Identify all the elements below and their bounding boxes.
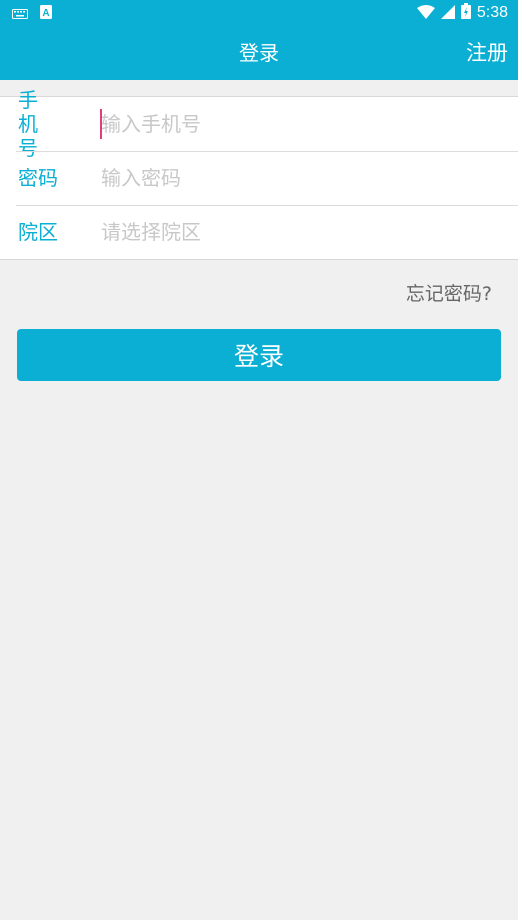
signal-icon	[440, 4, 455, 23]
svg-text:A: A	[42, 8, 49, 19]
keyboard-icon	[12, 4, 28, 23]
text-cursor	[100, 109, 102, 139]
phone-row: 手机号	[0, 88, 518, 160]
status-bar: A 5:38	[0, 0, 518, 26]
campus-row[interactable]: 院区	[0, 205, 518, 259]
status-time: 5:38	[476, 4, 508, 21]
login-form: 手机号 密码 院区	[0, 88, 518, 260]
wifi-icon	[416, 4, 435, 23]
page-title: 登录	[239, 41, 279, 65]
register-button[interactable]: 注册	[466, 26, 508, 80]
password-label: 密码	[18, 166, 58, 190]
password-input[interactable]	[84, 157, 518, 199]
app-bar: 登录 注册	[0, 26, 518, 80]
forgot-password-link[interactable]: 忘记密码?	[406, 280, 492, 308]
login-button[interactable]: 登录	[17, 329, 501, 381]
password-row: 密码	[0, 151, 518, 205]
phone-input[interactable]	[84, 103, 518, 145]
campus-select[interactable]	[84, 211, 518, 253]
phone-label: 手机号	[18, 88, 38, 160]
campus-label: 院区	[18, 220, 58, 244]
battery-charging-icon	[460, 3, 471, 23]
a-app-icon: A	[40, 4, 52, 23]
